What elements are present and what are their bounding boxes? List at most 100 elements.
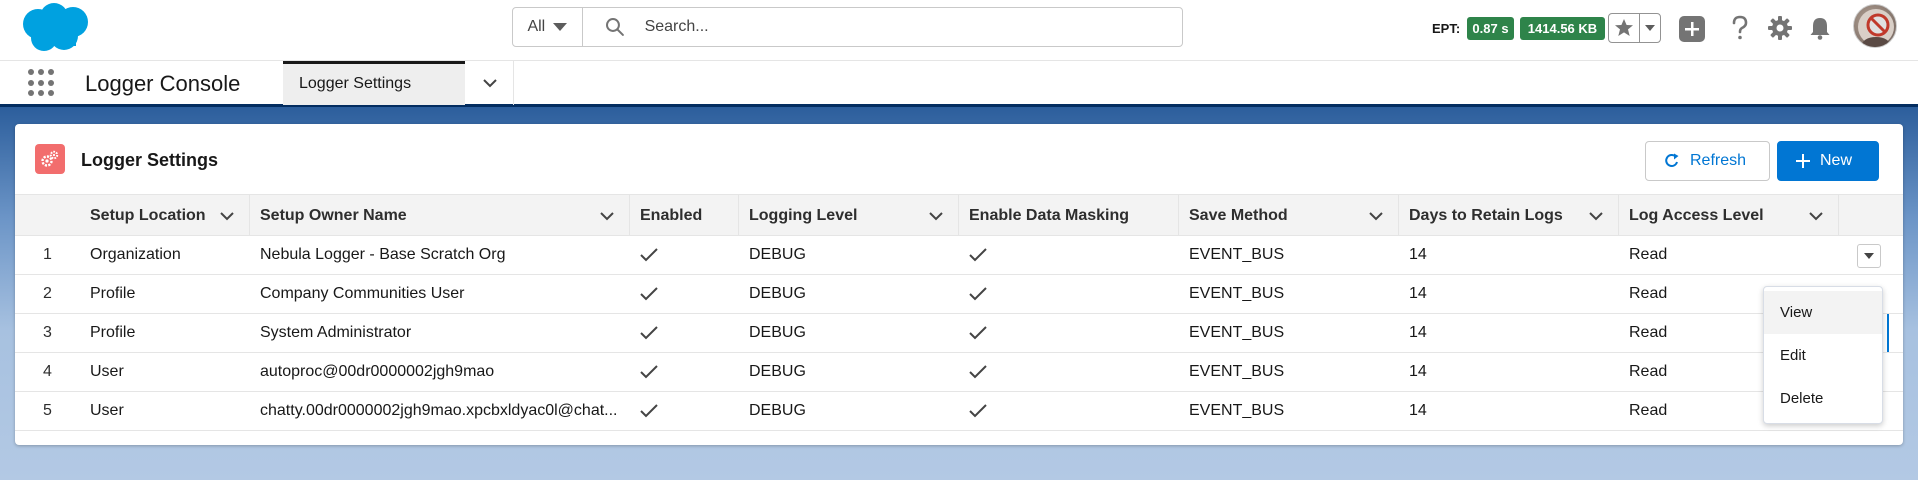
search-scope-label: All: [527, 18, 546, 35]
cell-setup-location: Profile: [90, 324, 136, 341]
table-row[interactable]: 5 User chatty.00dr0000002jgh9mao.xpcbxld…: [15, 392, 1903, 431]
app-launcher-dot: [28, 90, 34, 97]
app-launcher-dot: [38, 79, 44, 86]
favorites-button[interactable]: [1609, 14, 1641, 42]
row-number: 5: [43, 402, 52, 419]
card-title: Logger Settings: [81, 150, 219, 170]
check-icon: [969, 365, 987, 379]
chevron-down-icon: [1864, 252, 1874, 259]
row-number: 2: [43, 285, 52, 302]
cell-setup-owner-name: System Administrator: [260, 324, 412, 341]
refresh-label: Refresh: [1690, 152, 1747, 169]
chevron-down-icon[interactable]: [928, 208, 944, 224]
search-input[interactable]: [644, 18, 1182, 36]
gears-icon: [41, 150, 59, 167]
column-header-enabled[interactable]: Enabled: [630, 195, 739, 236]
chevron-down-icon[interactable]: [1808, 208, 1824, 224]
check-icon: [640, 248, 658, 262]
ept-label: EPT:: [1432, 21, 1461, 36]
cell-logging-level: DEBUG: [749, 402, 806, 419]
cell-days-to-retain-logs: 14: [1409, 324, 1427, 341]
setup-button[interactable]: [1766, 14, 1794, 42]
chevron-down-icon: [553, 23, 568, 31]
app-launcher-dot: [48, 69, 54, 75]
salesforce-logo[interactable]: [18, 2, 94, 54]
cell-logging-level: DEBUG: [749, 324, 806, 341]
favorites-group: [1608, 13, 1661, 43]
row-actions-button[interactable]: [1857, 244, 1881, 268]
chevron-down-icon[interactable]: [1588, 208, 1604, 224]
ept-time-badge: 0.87 s: [1467, 17, 1514, 40]
check-icon: [969, 248, 987, 262]
menu-item-edit[interactable]: Edit: [1764, 334, 1882, 377]
check-icon: [640, 365, 658, 379]
column-header-label: Days to Retain Logs: [1409, 207, 1563, 224]
cell-log-access-level: Read: [1629, 246, 1668, 263]
column-header-log-access-level[interactable]: Log Access Level: [1619, 195, 1839, 236]
chevron-down-icon: [1645, 25, 1656, 31]
notifications-button[interactable]: [1806, 14, 1834, 42]
star-icon: [1615, 19, 1634, 36]
table-row[interactable]: 1 Organization Nebula Logger - Base Scra…: [15, 236, 1903, 275]
refresh-icon: [1665, 153, 1679, 167]
chevron-down-icon[interactable]: [1368, 208, 1384, 224]
app-launcher-dot: [48, 90, 54, 97]
chevron-down-icon: [482, 79, 497, 88]
row-number: 1: [43, 246, 52, 263]
search-scope-select[interactable]: All: [513, 8, 583, 46]
column-header-logging-level[interactable]: Logging Level: [739, 195, 959, 236]
check-icon: [969, 326, 987, 340]
row-number-header: [15, 195, 80, 236]
app-launcher-dot: [38, 69, 44, 75]
table-header: Setup Location Setup Owner Name Enabled …: [15, 194, 1903, 236]
cell-setup-location: Organization: [90, 246, 181, 263]
app-launcher-dot: [28, 69, 34, 75]
table-row[interactable]: 3 Profile System Administrator DEBUG EVE…: [15, 314, 1903, 353]
table-row[interactable]: 4 User autoproc@00dr0000002jgh9mao DEBUG…: [15, 353, 1903, 392]
cell-setup-owner-name: chatty.00dr0000002jgh9mao.xpcbxldyac0l@c…: [260, 402, 618, 419]
column-header-setup-location[interactable]: Setup Location: [80, 195, 250, 236]
cell-days-to-retain-logs: 14: [1409, 402, 1427, 419]
cell-logging-level: DEBUG: [749, 246, 806, 263]
table-row[interactable]: 2 Profile Company Communities User DEBUG…: [15, 275, 1903, 314]
new-label: New: [1820, 152, 1853, 169]
row-number: 3: [43, 324, 52, 341]
check-icon: [969, 404, 987, 418]
app-launcher-dot: [48, 79, 54, 86]
check-icon: [969, 287, 987, 301]
tab-logger-settings[interactable]: Logger Settings: [283, 61, 465, 105]
settings-table: Setup Location Setup Owner Name Enabled …: [15, 194, 1903, 431]
column-header-days-to-retain-logs[interactable]: Days to Retain Logs: [1399, 195, 1619, 236]
plus-icon: [1685, 22, 1699, 36]
help-button[interactable]: [1726, 14, 1754, 42]
avatar-image: [1858, 9, 1894, 47]
cell-logging-level: DEBUG: [749, 285, 806, 302]
user-avatar[interactable]: [1853, 4, 1897, 48]
cell-save-method: EVENT_BUS: [1189, 363, 1285, 380]
column-header-label: Enable Data Masking: [969, 207, 1130, 224]
row-actions-menu: View Edit Delete: [1763, 286, 1883, 424]
chevron-down-icon[interactable]: [599, 208, 615, 224]
search-icon: [605, 18, 624, 36]
global-create-button[interactable]: [1679, 16, 1705, 42]
cell-setup-location: Profile: [90, 285, 136, 302]
check-icon: [640, 326, 658, 340]
app-launcher-button[interactable]: [28, 69, 56, 97]
global-search: All: [512, 7, 1183, 47]
cell-setup-owner-name: autoproc@00dr0000002jgh9mao: [260, 363, 495, 380]
column-header-save-method[interactable]: Save Method: [1179, 195, 1399, 236]
cell-days-to-retain-logs: 14: [1409, 285, 1427, 302]
chevron-down-icon[interactable]: [219, 208, 235, 224]
refresh-button[interactable]: Refresh: [1645, 141, 1770, 181]
column-header-label: Log Access Level: [1629, 207, 1764, 224]
column-header-setup-owner-name[interactable]: Setup Owner Name: [250, 195, 630, 236]
column-header-enable-data-masking[interactable]: Enable Data Masking: [959, 195, 1179, 236]
favorites-menu-button[interactable]: [1640, 14, 1660, 42]
app-launcher-dot: [38, 90, 44, 97]
column-header-label: Enabled: [640, 207, 703, 224]
nav-tab-menu-button[interactable]: [466, 61, 514, 105]
menu-item-view[interactable]: View: [1764, 291, 1882, 334]
cell-setup-owner-name: Nebula Logger - Base Scratch Org: [260, 246, 506, 263]
menu-item-delete[interactable]: Delete: [1764, 377, 1882, 420]
new-button[interactable]: New: [1777, 141, 1879, 181]
